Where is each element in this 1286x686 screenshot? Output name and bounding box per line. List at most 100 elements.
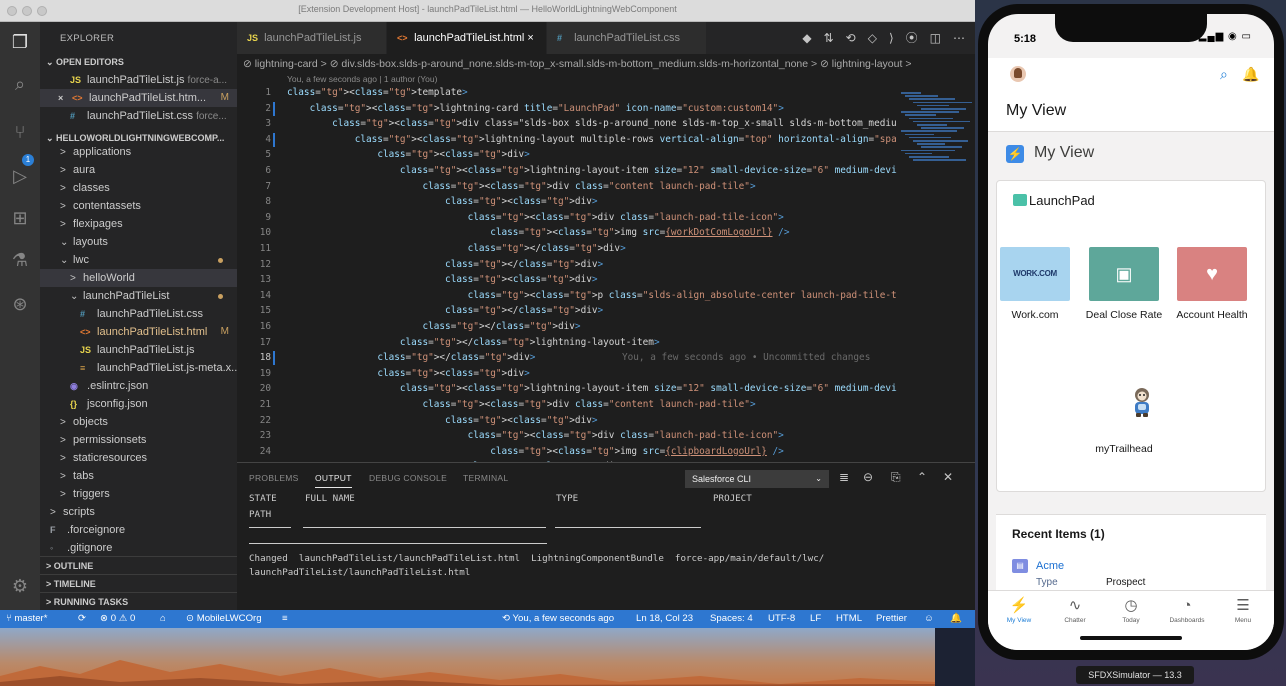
- tab-my-view[interactable]: ⚡ My View: [991, 597, 1047, 624]
- git-change-marker[interactable]: [273, 101, 275, 116]
- tree-folder[interactable]: > classes: [40, 179, 237, 197]
- run-debug-icon[interactable]: ▷: [8, 164, 32, 188]
- output-channel-select[interactable]: Salesforce CLI ⌄: [685, 470, 829, 488]
- tab-launchpadtilelist-html[interactable]: <> launchPadTileList.html ×: [387, 22, 547, 54]
- tab-terminal[interactable]: TERMINAL: [463, 473, 508, 483]
- code-line[interactable]: 3 class="tg"><class="tg">div class="slds…: [237, 116, 897, 132]
- tab-menu[interactable]: ☰ Menu: [1215, 597, 1271, 624]
- source-control-icon[interactable]: ⑂: [8, 120, 32, 144]
- org-indicator[interactable]: ⊙ MobileLWCOrg: [186, 610, 262, 628]
- tab-debug-console[interactable]: DEBUG CONSOLE: [369, 473, 447, 483]
- blame-indicator[interactable]: ⟲ You, a few seconds ago: [502, 610, 614, 628]
- code-line[interactable]: 5 class="tg"><class="tg">div>: [237, 147, 897, 163]
- code-line[interactable]: 15 class="tg"></class="tg">div>: [237, 303, 897, 319]
- running-tasks-header[interactable]: > RUNNING TASKS: [40, 592, 237, 610]
- search-icon[interactable]: ⌕: [1220, 66, 1228, 83]
- maximize-panel-icon[interactable]: ⌃: [917, 470, 927, 484]
- code-line[interactable]: 4 class="tg"><class="tg">lightning-layou…: [237, 132, 897, 148]
- go-back-icon[interactable]: ⟲: [846, 22, 856, 54]
- code-line[interactable]: 7 class="tg"><class="tg">div class="cont…: [237, 179, 897, 195]
- tab-chatter[interactable]: ∿ Chatter: [1047, 597, 1103, 624]
- salesforce-diamond-icon[interactable]: ◆: [802, 22, 811, 54]
- search-icon[interactable]: ⌕: [8, 72, 32, 96]
- salesforce-icon[interactable]: ⊛: [8, 292, 32, 316]
- tree-folder[interactable]: > contentassets: [40, 197, 237, 215]
- tree-folder[interactable]: > scripts: [40, 503, 237, 521]
- code-line[interactable]: 8 class="tg"><class="tg">div>: [237, 194, 897, 210]
- tree-file[interactable]: JS launchPadTileList.js: [40, 341, 237, 359]
- code-line[interactable]: 17 class="tg"></class="tg">lightning-lay…: [237, 335, 897, 351]
- formatter[interactable]: Prettier: [876, 610, 907, 628]
- tree-folder[interactable]: > permissionsets: [40, 431, 237, 449]
- timeline-icon[interactable]: ⦿: [906, 22, 918, 54]
- extensions-icon[interactable]: ⊞: [8, 206, 32, 230]
- tree-folder[interactable]: > triggers: [40, 485, 237, 503]
- lock-scroll-icon[interactable]: ⊖: [863, 470, 873, 484]
- close-icon[interactable]: ×: [58, 89, 72, 107]
- deal-close-rate-tile[interactable]: ▣: [1089, 247, 1159, 301]
- tab-launchpadtilelist-css[interactable]: # launchPadTileList.css: [547, 22, 707, 54]
- tree-file[interactable]: ◉ .eslintrc.json: [40, 377, 237, 395]
- deploy-icon[interactable]: ⌂: [160, 610, 166, 628]
- open-log-icon[interactable]: ⎘: [891, 470, 901, 485]
- tree-folder[interactable]: ⌄ lwc: [40, 251, 237, 269]
- code-line[interactable]: 14 class="tg"><class="tg">p class="slds-…: [237, 288, 897, 304]
- code-editor[interactable]: 1 class="tg"><class="tg">template> 2 class…: [237, 85, 897, 462]
- tree-folder[interactable]: ⌄ layouts: [40, 233, 237, 251]
- code-line[interactable]: 18 class="tg"></class="tg">div> You, a fe…: [237, 350, 897, 366]
- feedback-icon[interactable]: ☺: [924, 610, 934, 628]
- git-change-marker[interactable]: [273, 132, 275, 147]
- explorer-icon[interactable]: ❐: [8, 30, 32, 54]
- outline-header[interactable]: > OUTLINE: [40, 556, 237, 574]
- more-actions-icon[interactable]: ⋯: [953, 22, 965, 54]
- close-tab-icon[interactable]: ×: [527, 32, 533, 44]
- tree-file[interactable]: {} jsconfig.json: [40, 395, 237, 413]
- astro-icon[interactable]: [1129, 386, 1155, 418]
- open-editor-item[interactable]: JS launchPadTileList.js force-a...: [40, 71, 237, 89]
- tree-file[interactable]: ◦ .gitignore: [40, 539, 237, 557]
- code-line[interactable]: 16 class="tg"></class="tg">div>: [237, 319, 897, 335]
- language-mode[interactable]: HTML: [836, 610, 862, 628]
- tree-file[interactable]: # launchPadTileList.css: [40, 305, 237, 323]
- timeline-header[interactable]: > TIMELINE: [40, 574, 237, 592]
- home-indicator[interactable]: [1080, 636, 1182, 640]
- code-line[interactable]: 6 class="tg"><class="tg">lightning-layou…: [237, 163, 897, 179]
- sync-icon[interactable]: ⟳: [78, 610, 86, 628]
- code-line[interactable]: 21 class="tg"><class="tg">div class="con…: [237, 397, 897, 413]
- tab-dashboards[interactable]: ◔ Dashboards: [1159, 597, 1215, 624]
- code-line[interactable]: 11 class="tg"></class="tg">div>: [237, 241, 897, 257]
- tree-file[interactable]: ≡ launchPadTileList.js-meta.x...: [40, 359, 237, 377]
- tree-folder[interactable]: > flexipages: [40, 215, 237, 233]
- tree-folder[interactable]: > staticresources: [40, 449, 237, 467]
- user-avatar[interactable]: [1010, 66, 1026, 82]
- previous-change-icon[interactable]: ◇: [868, 22, 877, 54]
- breadcrumb[interactable]: ⊘ lightning-card > ⊘ div.slds-box.slds-p…: [237, 54, 975, 74]
- tab-output[interactable]: OUTPUT: [315, 473, 352, 488]
- minimap[interactable]: [897, 74, 975, 462]
- code-line[interactable]: 9 class="tg"><class="tg">div class="laun…: [237, 210, 897, 226]
- tab-launchpadtilelist-js[interactable]: JS launchPadTileList.js: [237, 22, 387, 54]
- tab-problems[interactable]: PROBLEMS: [249, 473, 299, 483]
- encoding[interactable]: UTF-8: [768, 610, 795, 628]
- menu-icon[interactable]: ≡: [282, 610, 288, 628]
- code-line[interactable]: 2 class="tg"><class="tg">lightning-card …: [237, 101, 897, 117]
- notifications-icon[interactable]: 🔔: [950, 610, 962, 628]
- compare-icon[interactable]: ⇅: [824, 22, 834, 54]
- code-line[interactable]: 20 class="tg"><class="tg">lightning-layo…: [237, 381, 897, 397]
- tree-file[interactable]: F .forceignore: [40, 521, 237, 539]
- code-line[interactable]: 24 class="tg"><class="tg">img src={clipb…: [237, 444, 897, 460]
- cursor-position[interactable]: Ln 18, Col 23: [636, 610, 693, 628]
- clear-output-icon[interactable]: ≣: [839, 470, 849, 484]
- settings-gear-icon[interactable]: ⚙: [8, 574, 32, 598]
- close-panel-icon[interactable]: ✕: [943, 470, 953, 484]
- tree-folder[interactable]: > helloWorld: [40, 269, 237, 287]
- end-of-line[interactable]: LF: [810, 610, 821, 628]
- code-line[interactable]: 13 class="tg"><class="tg">div>: [237, 272, 897, 288]
- tab-today[interactable]: ◷ Today: [1103, 597, 1159, 624]
- code-line[interactable]: 19 class="tg"><class="tg">div>: [237, 366, 897, 382]
- git-change-marker[interactable]: [273, 351, 275, 366]
- open-editors-header[interactable]: ⌄ OPEN EDITORS: [40, 53, 237, 71]
- tree-folder[interactable]: > applications: [40, 143, 237, 161]
- tree-folder[interactable]: ⌄ launchPadTileList: [40, 287, 237, 305]
- problems-indicator[interactable]: ⊗ 0 ⚠ 0: [100, 610, 135, 628]
